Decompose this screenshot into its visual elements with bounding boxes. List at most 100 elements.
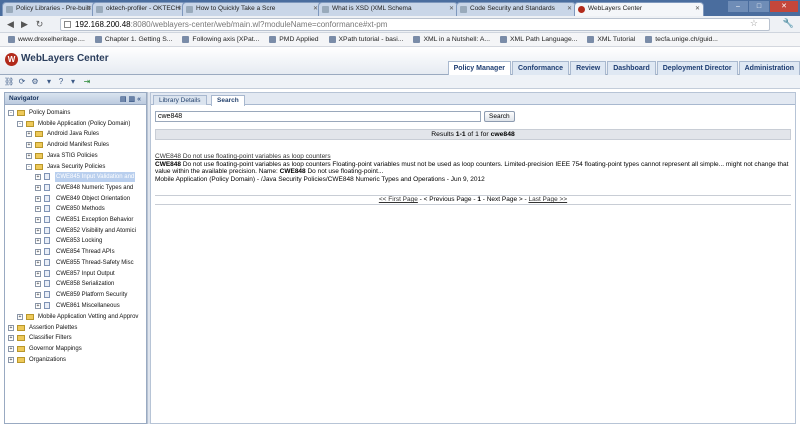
folder-icon: [26, 314, 34, 320]
close-tab-icon[interactable]: ✕: [567, 3, 572, 15]
results-summary: Results 1-1 of 1 for cwe848: [155, 129, 791, 140]
nav-review[interactable]: Review: [570, 61, 607, 75]
bookmark-item[interactable]: tecfa.unige.ch/guid...: [645, 33, 718, 46]
expand-icon[interactable]: +: [35, 303, 41, 309]
bookmark-icon: [182, 36, 190, 43]
expand-icon[interactable]: +: [35, 249, 41, 255]
expand-icon[interactable]: +: [35, 271, 41, 277]
expand-icon[interactable]: +: [35, 292, 41, 298]
back-icon[interactable]: ◀: [4, 18, 17, 31]
tree-node-label: CWE850 Methods: [56, 206, 105, 212]
expand-icon[interactable]: +: [35, 185, 41, 191]
window-close-icon[interactable]: ✕: [770, 1, 798, 12]
collapse-icon[interactable]: -: [17, 121, 23, 127]
expand-icon[interactable]: +: [35, 206, 41, 212]
nav-policy-manager[interactable]: Policy Manager: [447, 61, 511, 75]
expand-icon[interactable]: +: [17, 314, 23, 320]
bookmark-item[interactable]: XPath tutorial - basi...: [328, 33, 403, 46]
expand-icon[interactable]: +: [35, 228, 41, 234]
last-page-link[interactable]: Last Page >>: [528, 196, 567, 203]
navigator-header-icons[interactable]: ▤▥«: [120, 94, 143, 106]
tree-node-label: CWE852 Visibility and Atomici: [56, 228, 136, 234]
weblayers-logo-icon: W: [5, 53, 18, 66]
result-title-link[interactable]: CWE848 Do not use floating-point variabl…: [155, 153, 791, 161]
browser-tab-screenshot[interactable]: How to Quickly Take a Scre ✕: [182, 2, 322, 16]
tree-node-label: CWE851 Exception Behavior: [56, 217, 134, 223]
expand-icon[interactable]: +: [35, 281, 41, 287]
bookmark-item[interactable]: XML Tutorial: [587, 33, 635, 46]
expand-icon[interactable]: +: [8, 357, 14, 363]
close-tab-icon[interactable]: ✕: [449, 3, 454, 15]
bookmark-item[interactable]: Following axis [XPat...: [182, 33, 259, 46]
export-icon[interactable]: ⇥: [82, 77, 92, 87]
expand-icon[interactable]: +: [35, 174, 41, 180]
bookmark-item[interactable]: www.drexelheritage....: [8, 33, 85, 46]
settings-icon[interactable]: ⚙: [30, 77, 40, 87]
browser-tab-strip: Policy Libraries - Pre-built p ✕ oktech-p…: [0, 0, 800, 16]
expand-icon[interactable]: +: [35, 260, 41, 266]
wrench-menu-icon[interactable]: 🔧: [783, 18, 794, 29]
folder-icon: [17, 110, 25, 116]
bookmark-item[interactable]: XML in a Nutshell: A...: [413, 33, 490, 46]
browser-tab-weblayers[interactable]: WebLayers Center ✕: [574, 2, 704, 16]
navigator-header: Navigator ▤▥«: [5, 93, 146, 105]
maximize-icon[interactable]: □: [749, 1, 769, 12]
folder-icon: [35, 131, 43, 137]
dropdown-icon[interactable]: ▾: [68, 77, 78, 87]
reload-icon[interactable]: ↻: [33, 18, 46, 31]
forward-icon[interactable]: ▶: [18, 18, 31, 31]
browser-tab-xsd[interactable]: What is XSD (XML Schema ✕: [318, 2, 458, 16]
nav-conformance[interactable]: Conformance: [511, 61, 570, 75]
tab-search[interactable]: Search: [211, 95, 245, 106]
nav-dashboard[interactable]: Dashboard: [607, 61, 656, 75]
weblayers-favicon-icon: [578, 6, 585, 13]
collapse-icon[interactable]: -: [8, 110, 14, 116]
first-page-link[interactable]: << First Page: [379, 196, 418, 203]
search-input[interactable]: [155, 111, 481, 122]
bookmark-icon: [645, 36, 653, 43]
bookmarks-bar: www.drexelheritage.... Chapter 1. Gettin…: [0, 33, 800, 47]
tree-node-label: Mobile Application (Policy Domain): [38, 121, 131, 127]
expand-icon[interactable]: +: [35, 196, 41, 202]
refresh-icon[interactable]: ⟳: [17, 77, 27, 87]
tree-node-label: Assertion Palettes: [29, 325, 78, 331]
expand-icon[interactable]: +: [26, 131, 32, 137]
document-icon: [44, 237, 50, 244]
close-tab-icon[interactable]: ✕: [695, 3, 700, 15]
tree-node-label: CWE858 Serialization: [56, 281, 115, 287]
nav-administration[interactable]: Administration: [738, 61, 800, 75]
bookmark-icon: [500, 36, 508, 43]
expand-icon[interactable]: +: [35, 217, 41, 223]
url-field[interactable]: 192.168.200.48:8080/weblayers-center/web…: [60, 18, 770, 31]
bookmark-item[interactable]: Chapter 1. Getting S...: [94, 33, 172, 46]
bookmark-star-icon[interactable]: ☆: [750, 18, 758, 29]
minimize-icon[interactable]: –: [728, 1, 748, 12]
browser-tab-oktech[interactable]: oktech-profiler - OKTECH ✕: [92, 2, 186, 16]
expand-icon[interactable]: +: [8, 346, 14, 352]
tree-node-label: CWE861 Miscellaneous: [56, 303, 120, 309]
browser-tab-policy-libraries[interactable]: Policy Libraries - Pre-built p ✕: [2, 2, 96, 16]
expand-icon[interactable]: +: [8, 325, 14, 331]
tab-library-details[interactable]: Library Details: [153, 95, 207, 105]
nav-deployment-director[interactable]: Deployment Director: [656, 61, 738, 75]
dropdown-icon[interactable]: ▾: [44, 77, 54, 87]
tree-node-label: CWE849 Object Orientation: [56, 196, 131, 202]
tree-node-label: Java Security Policies: [47, 164, 106, 170]
expand-icon[interactable]: +: [26, 142, 32, 148]
folder-icon: [17, 346, 25, 352]
expand-icon[interactable]: +: [26, 153, 32, 159]
tree-node-label: Policy Domains: [29, 110, 71, 116]
expand-icon[interactable]: +: [35, 238, 41, 244]
help-icon[interactable]: ?: [56, 77, 66, 87]
document-icon: [44, 270, 50, 277]
bookmark-item[interactable]: PMD Applied: [269, 33, 319, 46]
link-icon[interactable]: ⛓: [4, 77, 14, 87]
search-button[interactable]: Search: [484, 111, 515, 122]
favicon-icon: [460, 6, 467, 13]
collapse-icon[interactable]: -: [26, 164, 32, 170]
page-icon: [64, 21, 71, 28]
folder-icon: [17, 335, 25, 341]
bookmark-item[interactable]: XML Path Language...: [500, 33, 577, 46]
browser-tab-code-security[interactable]: Code Security and Standards ✕: [456, 2, 576, 16]
expand-icon[interactable]: +: [8, 335, 14, 341]
